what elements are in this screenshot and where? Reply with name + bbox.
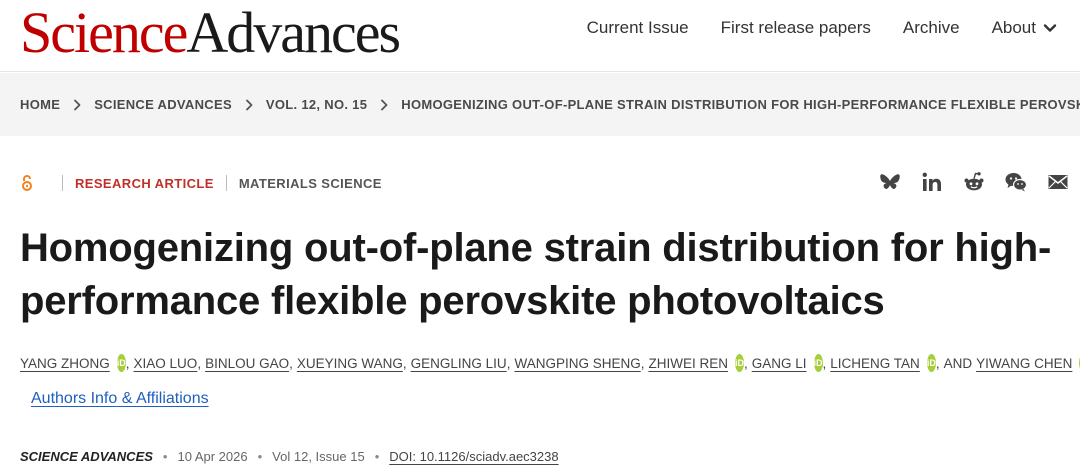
article-type-label[interactable]: RESEARCH ARTICLE	[75, 176, 214, 191]
orcid-icon[interactable]: iD	[926, 354, 936, 372]
breadcrumb-journal[interactable]: SCIENCE ADVANCES	[94, 97, 232, 112]
reddit-icon[interactable]	[962, 170, 986, 194]
orcid-icon[interactable]: iD	[813, 354, 823, 372]
email-icon[interactable]	[1046, 170, 1070, 194]
author-link[interactable]: LICHENG TAN	[830, 356, 920, 371]
author-link[interactable]: ZHIWEI REN	[648, 356, 728, 371]
author-link[interactable]: GENGLING LIU	[411, 356, 507, 371]
separator: ,	[289, 355, 293, 371]
science-advances-logo[interactable]: ScienceAdvances	[20, 4, 401, 62]
subject-label[interactable]: MATERIALS SCIENCE	[239, 176, 382, 191]
bullet-separator: •	[257, 449, 263, 464]
chevron-right-icon	[381, 99, 388, 110]
orcid-icon[interactable]: iD	[116, 354, 126, 372]
article-meta: RESEARCH ARTICLE MATERIALS SCIENCE	[20, 174, 382, 192]
separator: ,	[197, 355, 202, 371]
bluesky-icon[interactable]	[878, 170, 902, 194]
publication-date: 10 Apr 2026	[177, 449, 248, 464]
separator: ,	[125, 355, 130, 371]
author-list: YANG ZHONG iD , XIAO LUO , BINLOU GAO , …	[20, 354, 1080, 372]
separator: ,	[506, 355, 511, 371]
author-link[interactable]: YANG ZHONG	[20, 356, 110, 371]
linkedin-icon[interactable]	[920, 170, 944, 194]
main-nav: Current Issue First release papers Archi…	[587, 18, 1058, 38]
breadcrumb-bar: HOME SCIENCE ADVANCES VOL. 12, NO. 15 HO…	[0, 73, 1080, 136]
bullet-separator: •	[374, 449, 380, 464]
logo-advances-word: Advances	[186, 0, 401, 65]
chevron-down-icon	[1043, 24, 1057, 32]
author-link[interactable]: XUEYING WANG	[297, 356, 403, 371]
author-link[interactable]: GANG LI	[752, 356, 807, 371]
share-toolbar	[878, 170, 1070, 194]
author-link[interactable]: XIAO LUO	[134, 356, 198, 371]
author-link[interactable]: BINLOU GAO	[205, 356, 289, 371]
author-link[interactable]: YIWANG CHEN	[976, 356, 1072, 371]
doi-link[interactable]: DOI: 10.1126/sciadv.aec3238	[389, 449, 558, 464]
bullet-separator: •	[162, 449, 168, 464]
separator: ,	[935, 355, 940, 371]
nav-archive[interactable]: Archive	[903, 18, 960, 38]
citation-line: SCIENCE ADVANCES • 10 Apr 2026 • Vol 12,…	[20, 449, 559, 464]
nav-first-release-papers[interactable]: First release papers	[721, 18, 871, 38]
logo-science-word: Science	[20, 0, 188, 65]
article-title: Homogenizing out-of-plane strain distrib…	[20, 226, 1052, 323]
breadcrumb-current-article: HOMOGENIZING OUT-OF-PLANE STRAIN DISTRIB…	[401, 97, 1080, 112]
separator: ,	[822, 355, 827, 371]
breadcrumb-issue[interactable]: VOL. 12, NO. 15	[266, 97, 367, 112]
wechat-icon[interactable]	[1004, 170, 1028, 194]
nav-about[interactable]: About	[992, 18, 1058, 38]
conjunction: AND	[943, 355, 973, 371]
chevron-right-icon	[246, 99, 253, 110]
divider	[225, 175, 227, 191]
journal-name: SCIENCE ADVANCES	[20, 449, 153, 464]
orcid-icon[interactable]: iD	[734, 354, 744, 372]
separator: ,	[743, 355, 748, 371]
open-access-icon	[22, 175, 32, 191]
volume-issue: Vol 12, Issue 15	[272, 449, 365, 464]
authors-info-affiliations-link[interactable]: Authors Info & Affiliations	[31, 390, 209, 408]
separator: ,	[640, 355, 645, 371]
nav-current-issue[interactable]: Current Issue	[587, 18, 689, 38]
divider	[62, 175, 63, 191]
nav-about-label: About	[991, 18, 1036, 37]
site-header: ScienceAdvances Current Issue First rele…	[0, 0, 1080, 72]
author-link[interactable]: WANGPING SHENG	[514, 356, 640, 371]
separator: ,	[402, 355, 407, 371]
chevron-right-icon	[74, 99, 81, 110]
breadcrumb: HOME SCIENCE ADVANCES VOL. 12, NO. 15 HO…	[20, 97, 1080, 112]
breadcrumb-home[interactable]: HOME	[20, 97, 60, 112]
